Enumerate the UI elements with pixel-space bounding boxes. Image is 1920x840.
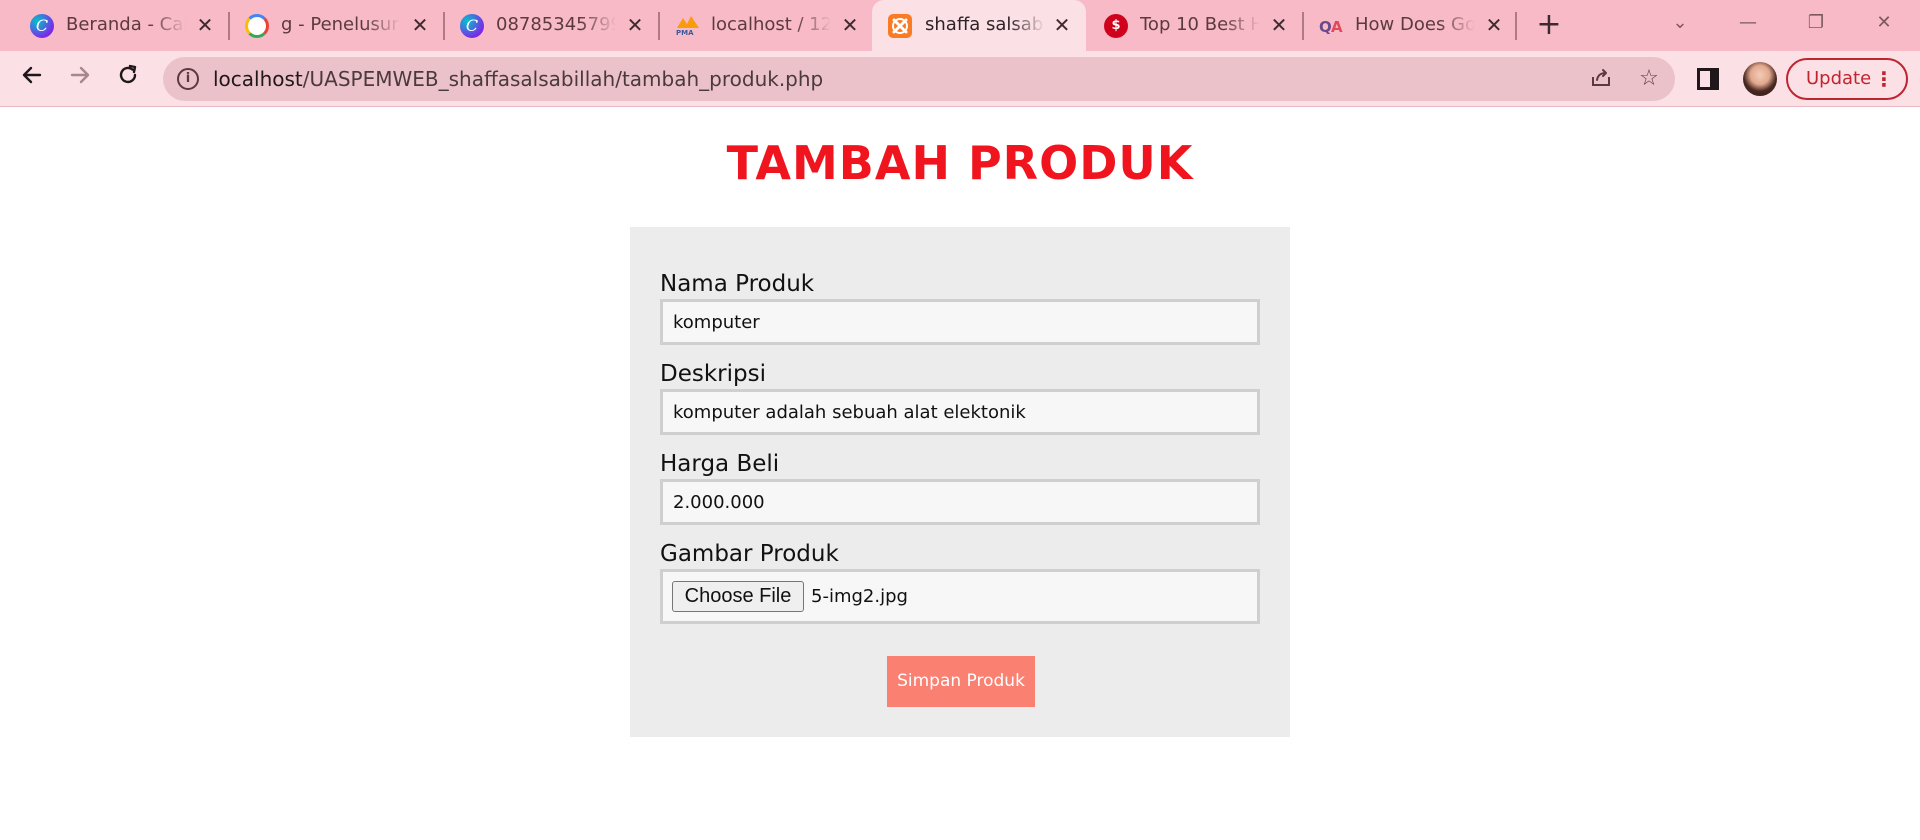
site-info-icon[interactable]: i — [177, 68, 199, 90]
choose-file-button[interactable]: Choose File — [672, 581, 804, 612]
new-tab-button[interactable]: + — [1533, 9, 1565, 41]
close-icon[interactable]: ✕ — [838, 13, 862, 37]
google-icon — [245, 14, 269, 38]
tab-title: Top 10 Best Hosting — [1140, 14, 1260, 35]
close-icon[interactable]: ✕ — [1267, 13, 1291, 37]
close-icon[interactable]: ✕ — [1482, 13, 1506, 37]
side-panel-icon[interactable] — [1697, 68, 1719, 90]
url-path: /UASPEMWEB_shaffasalsabillah/tambah_prod… — [302, 67, 824, 91]
product-form: Nama Produk Deskripsi Harga Beli Gambar … — [630, 227, 1290, 737]
money-icon: $ — [1104, 14, 1128, 38]
tab-canva-phone[interactable]: C 087853457998 - Canva ✕ — [430, 0, 660, 51]
tab-title: 087853457998 - Canva — [496, 14, 616, 35]
update-button[interactable]: Update ⋮ — [1786, 58, 1908, 100]
tab-title: shaffa salsabillah — [925, 14, 1045, 35]
close-icon[interactable]: ✕ — [623, 13, 647, 37]
tab-top10-hosting[interactable]: $ Top 10 Best Hosting ✕ — [1086, 0, 1316, 51]
tab-google-search[interactable]: g - Penelusuran Google ✕ — [215, 0, 445, 51]
svg-text:Q: Q — [1319, 18, 1332, 36]
nama-produk-input[interactable] — [663, 302, 1257, 342]
close-icon[interactable]: ✕ — [193, 13, 217, 37]
browser-toolbar: i localhost/UASPEMWEB_shaffasalsabillah/… — [0, 51, 1920, 107]
url-host: localhost — [213, 67, 303, 91]
minimize-icon[interactable]: — — [1730, 8, 1766, 38]
tab-how-does-google[interactable]: Q A How Does Google ✕ — [1301, 0, 1531, 51]
tab-title: How Does Google — [1355, 14, 1475, 35]
close-icon[interactable]: ✕ — [408, 13, 432, 37]
svg-text:PMA: PMA — [676, 29, 694, 36]
phpmyadmin-icon: PMA — [675, 14, 701, 37]
deskripsi-field[interactable] — [660, 389, 1260, 435]
tab-phpmyadmin[interactable]: PMA localhost / 127.0.0.1 ✕ — [645, 0, 875, 51]
forward-icon[interactable] — [62, 61, 98, 97]
url-text[interactable]: localhost/UASPEMWEB_shaffasalsabillah/ta… — [213, 67, 823, 91]
share-icon[interactable] — [1587, 65, 1615, 93]
simpan-produk-button[interactable]: Simpan Produk — [887, 656, 1035, 707]
tab-title: Beranda - Canva — [66, 14, 186, 35]
canva-icon: C — [30, 14, 54, 38]
deskripsi-input[interactable] — [663, 392, 1257, 432]
xampp-icon — [888, 14, 912, 38]
profile-avatar[interactable] — [1743, 62, 1777, 96]
nama-produk-field[interactable] — [660, 299, 1260, 345]
svg-text:A: A — [1331, 18, 1343, 36]
tab-shaffa-active[interactable]: shaffa salsabillah ✕ — [872, 0, 1086, 51]
qa-icon: Q A — [1319, 14, 1343, 38]
reload-icon[interactable] — [110, 61, 146, 97]
gambar-produk-field: Choose File 5-img2.jpg — [660, 569, 1260, 624]
harga-beli-input[interactable] — [663, 482, 1257, 522]
update-label: Update — [1806, 68, 1872, 89]
tab-strip: C Beranda - Canva ✕ g - Penelusuran Goog… — [0, 0, 1920, 51]
close-window-icon[interactable]: ✕ — [1866, 8, 1902, 38]
tab-canva-beranda[interactable]: C Beranda - Canva ✕ — [0, 0, 230, 51]
address-bar[interactable]: i localhost/UASPEMWEB_shaffasalsabillah/… — [163, 57, 1675, 101]
gambar-produk-label: Gambar Produk — [660, 541, 839, 567]
deskripsi-label: Deskripsi — [660, 361, 766, 387]
close-icon[interactable]: ✕ — [1050, 13, 1074, 37]
nama-produk-label: Nama Produk — [660, 271, 815, 297]
tab-title: g - Penelusuran Google — [281, 14, 401, 35]
page-title: TAMBAH PRODUK — [726, 136, 1194, 190]
selected-file-name: 5-img2.jpg — [811, 586, 908, 607]
restore-icon[interactable]: ❐ — [1798, 8, 1834, 38]
harga-beli-label: Harga Beli — [660, 451, 780, 477]
back-icon[interactable] — [14, 61, 50, 97]
menu-dots-icon[interactable]: ⋮ — [1874, 60, 1894, 98]
tab-separator — [1515, 12, 1517, 40]
tab-search-icon[interactable]: ⌄ — [1662, 8, 1698, 38]
bookmark-star-icon[interactable]: ☆ — [1635, 65, 1663, 93]
canva-icon: C — [460, 14, 484, 38]
harga-beli-field[interactable] — [660, 479, 1260, 525]
tab-title: localhost / 127.0.0.1 — [711, 14, 831, 35]
